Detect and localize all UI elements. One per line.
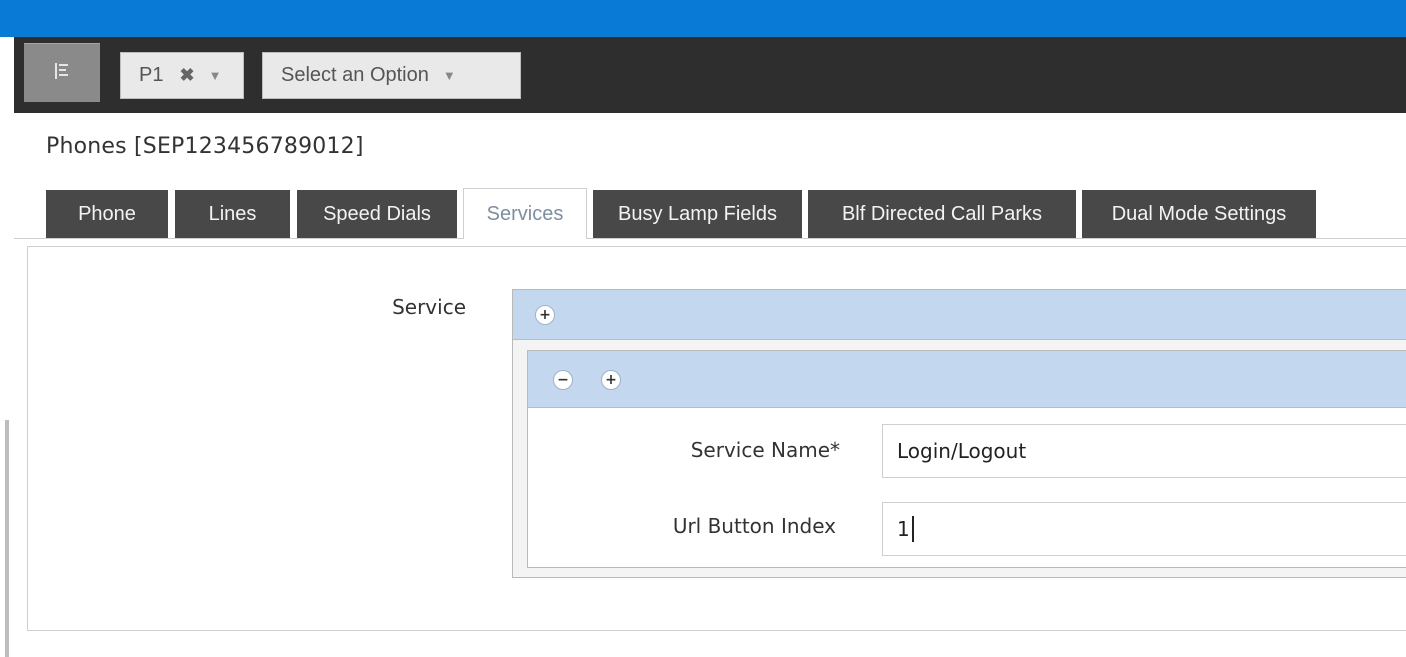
service-name-label: Service Name* xyxy=(690,438,840,462)
text-cursor xyxy=(911,516,914,542)
url-button-index-label: Url Button Index xyxy=(672,514,836,538)
tree-menu-button[interactable] xyxy=(24,43,100,102)
select-option-dropdown[interactable]: Select an Option ▼ xyxy=(262,52,521,99)
device-selector-label: P1 xyxy=(139,64,164,86)
tab-speed-dials[interactable]: Speed Dials xyxy=(297,190,457,238)
caret-down-icon: ▼ xyxy=(442,68,456,83)
tab-busy-lamp-fields[interactable]: Busy Lamp Fields xyxy=(593,190,802,238)
service-item-header xyxy=(528,351,1406,408)
tab-dual-mode-settings[interactable]: Dual Mode Settings xyxy=(1082,190,1316,238)
tree-menu-icon xyxy=(53,61,71,85)
tab-strip-divider xyxy=(14,238,1406,239)
app-top-bar xyxy=(0,0,1406,37)
service-name-field[interactable]: Login/Logout xyxy=(882,424,1406,478)
service-label: Service xyxy=(392,295,466,319)
url-button-index-field[interactable]: 1 xyxy=(882,502,1406,556)
add-service-item-button[interactable]: + xyxy=(601,370,621,390)
service-group-header xyxy=(513,290,1406,340)
remove-service-item-button[interactable]: − xyxy=(553,370,573,390)
device-selector-chip[interactable]: P1 ✖ ▼ xyxy=(120,52,244,99)
service-name-value: Login/Logout xyxy=(897,439,1027,463)
tab-phone[interactable]: Phone xyxy=(46,190,168,238)
caret-down-icon[interactable]: ▼ xyxy=(209,68,222,83)
select-option-label: Select an Option xyxy=(281,64,429,86)
page-title: Phones [SEP123456789012] xyxy=(46,134,364,159)
tab-services[interactable]: Services xyxy=(463,188,587,239)
add-service-button[interactable]: + xyxy=(535,305,555,325)
close-icon[interactable]: ✖ xyxy=(179,65,194,86)
left-scroll-rule xyxy=(5,420,9,657)
tab-lines[interactable]: Lines xyxy=(175,190,290,238)
tab-blf-directed-call-parks[interactable]: Blf Directed Call Parks xyxy=(808,190,1076,238)
url-button-index-value: 1 xyxy=(897,517,910,541)
